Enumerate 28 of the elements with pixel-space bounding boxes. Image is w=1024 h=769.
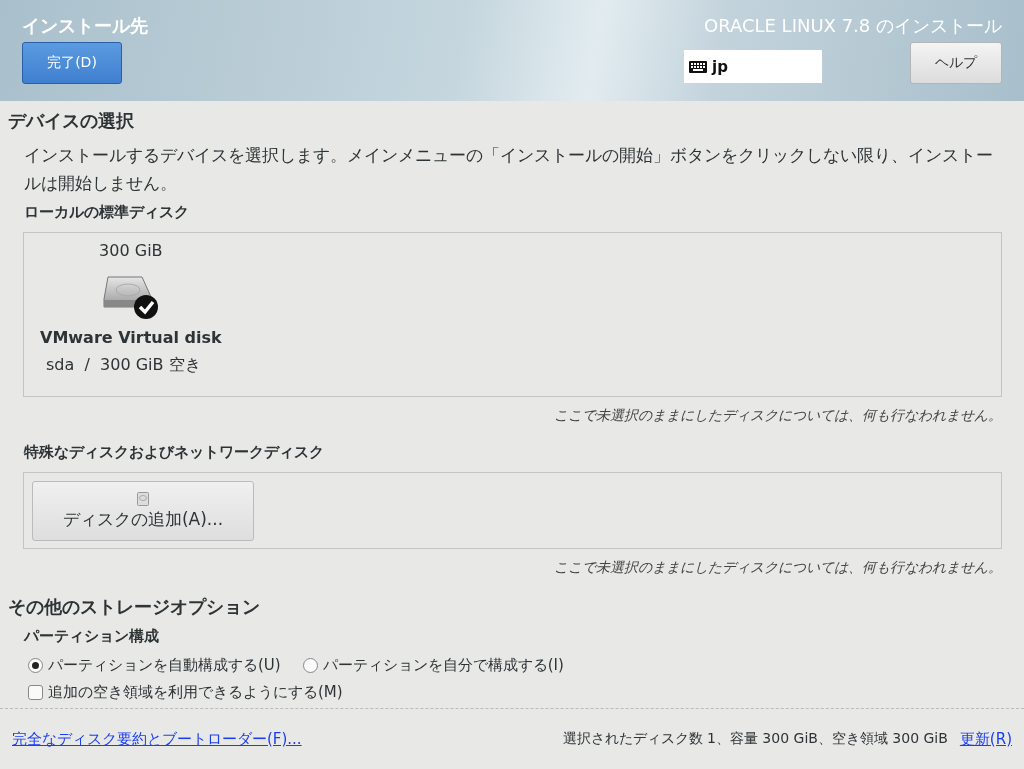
refresh-link[interactable]: 更新(R) (959, 729, 1012, 749)
note-text: ここで未選択のままにしたディスクについては、何も行なわれません。 (553, 407, 1002, 425)
keyboard-layout-text: jp (712, 57, 728, 76)
subsection-heading: 特殊なディスクおよびネットワークディスク (22, 443, 325, 462)
keyboard-layout-field[interactable]: jp (684, 50, 822, 83)
disk-detail: sda / 300 GiB 空き (45, 355, 201, 376)
partitioning-radio[interactable]: パーティションを自動構成する(U) (28, 656, 281, 675)
disk-size: 300 GiB (99, 241, 163, 260)
add-disk-button[interactable]: ディスクの追加(A)... (32, 481, 254, 541)
partitioning-radio[interactable]: パーティションを自分で構成する(I) (302, 656, 564, 675)
subsection-heading: パーティション構成 (22, 627, 160, 646)
keyboard-icon (689, 60, 707, 73)
disk-summary-link[interactable]: 完全なディスク要約とブートローダー(F)... (12, 729, 302, 749)
description-text: インストールするデバイスを選択します。メインメニューの「インストールの開始」ボタンをクリックしない限り、インストールは開始しません。 (23, 144, 994, 195)
checkbox[interactable] (28, 685, 43, 700)
section-heading: デバイスの選択 (8, 109, 135, 133)
extra-space-checkbox[interactable]: 追加の空き領域を利用できるようにする(M) (8, 683, 1002, 702)
help-button[interactable]: ヘルプ (910, 42, 1002, 84)
note-text: ここで未選択のままにしたディスクについては、何も行なわれません。 (553, 559, 1002, 577)
radio-button[interactable] (28, 658, 43, 673)
screen-title: インストール先 (22, 14, 148, 38)
radio-button[interactable] (302, 658, 318, 673)
subsection-heading: ローカルの標準ディスク (23, 203, 190, 222)
disk-name: VMware Virtual disk (40, 328, 222, 347)
product-title: ORACLE LINUX 7.8 のインストール (704, 14, 1002, 38)
disk-status-text: 選択されたディスク数 1、容量 300 GiB、空き領域 300 GiB (562, 730, 948, 748)
disk-item[interactable]: 300 GiB VMware Virtual disk sda / 300 GiB 空き (36, 241, 226, 388)
section-heading: その他のストレージオプション (8, 595, 261, 619)
